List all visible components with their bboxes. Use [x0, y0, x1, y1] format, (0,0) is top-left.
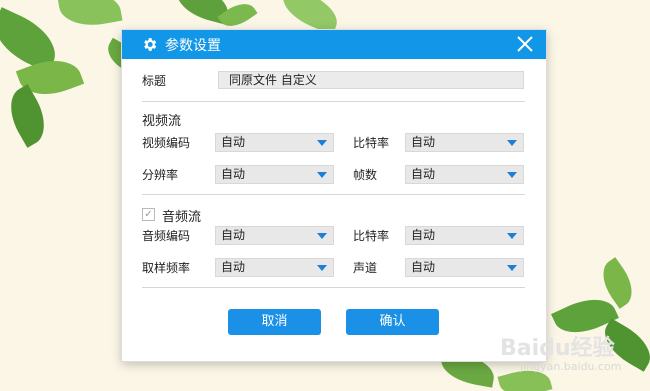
audio-codec-value: 自动: [221, 228, 246, 242]
checkmark-icon: ✓: [144, 209, 153, 220]
audio-section-title: 音频流: [162, 210, 202, 225]
dialog-title: 参数设置: [165, 37, 221, 54]
samplerate-select[interactable]: 自动: [215, 258, 334, 277]
video-codec-value: 自动: [221, 135, 246, 149]
resolution-row: 分辨率: [142, 165, 215, 183]
audio-codec-select[interactable]: 自动: [215, 226, 334, 245]
fps-select[interactable]: 自动: [405, 165, 524, 184]
samplerate-row: 取样频率: [142, 258, 215, 276]
audio-enable-checkbox[interactable]: ✓: [142, 208, 155, 221]
close-icon[interactable]: [516, 35, 534, 53]
resolution-label: 分辨率: [142, 167, 179, 182]
video-section-title: 视频流: [142, 114, 182, 129]
title-field[interactable]: 同原文件 自定义: [218, 71, 524, 89]
dropdown-arrow-icon: [507, 172, 517, 178]
watermark-brand: Baidu经验: [500, 336, 615, 361]
video-bitrate-select[interactable]: 自动: [405, 133, 524, 152]
dropdown-arrow-icon: [507, 233, 517, 239]
video-codec-select[interactable]: 自动: [215, 133, 334, 152]
dropdown-arrow-icon: [507, 265, 517, 271]
title-label: 标题: [142, 73, 167, 88]
settings-dialog: 参数设置 标题 同原文件 自定义 视频流 视频编码 自动 比特率 自动 分辨率 …: [122, 30, 546, 361]
divider: [142, 194, 525, 195]
channels-select[interactable]: 自动: [405, 258, 524, 277]
gear-icon: [141, 36, 158, 53]
channels-value: 自动: [411, 260, 436, 274]
cancel-button[interactable]: 取消: [228, 309, 321, 335]
fps-value: 自动: [411, 167, 436, 181]
dropdown-arrow-icon: [317, 265, 327, 271]
title-row: 标题: [142, 71, 215, 89]
dropdown-arrow-icon: [317, 140, 327, 146]
dropdown-arrow-icon: [507, 140, 517, 146]
resolution-value: 自动: [221, 167, 246, 181]
dropdown-arrow-icon: [317, 172, 327, 178]
watermark-url: jingyan.baidu.com: [520, 360, 622, 373]
divider: [142, 101, 525, 102]
samplerate-value: 自动: [221, 260, 246, 274]
dropdown-arrow-icon: [317, 233, 327, 239]
confirm-button[interactable]: 确认: [346, 309, 439, 335]
audio-bitrate-select[interactable]: 自动: [405, 226, 524, 245]
audio-codec-row: 音频编码: [142, 226, 215, 244]
video-codec-label: 视频编码: [142, 135, 191, 150]
video-codec-row: 视频编码: [142, 133, 215, 151]
divider: [142, 287, 525, 288]
audio-codec-label: 音频编码: [142, 228, 191, 243]
audio-bitrate-value: 自动: [411, 228, 436, 242]
video-bitrate-value: 自动: [411, 135, 436, 149]
dialog-titlebar: 参数设置: [122, 30, 546, 59]
samplerate-label: 取样频率: [142, 260, 191, 275]
resolution-select[interactable]: 自动: [215, 165, 334, 184]
